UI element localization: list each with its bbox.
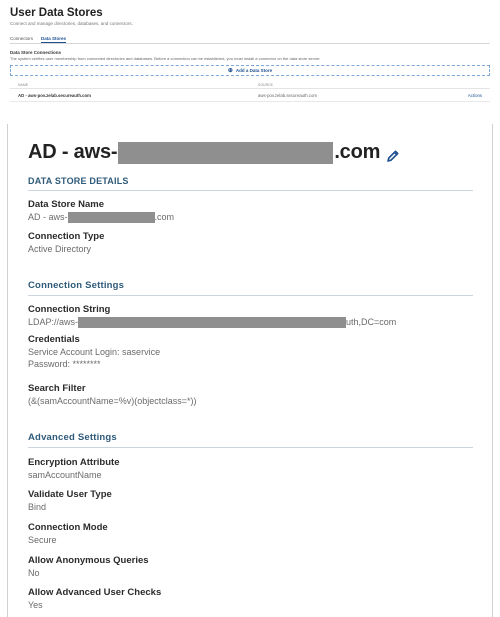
pencil-icon[interactable]: [386, 146, 400, 162]
add-data-store-button[interactable]: ⊕ Add a Data Store: [10, 65, 490, 76]
row-source: aws-pov.zelab.secureauth.com: [258, 92, 317, 98]
row-actions-button[interactable]: Actions: [462, 93, 482, 98]
tab-bar: Connectors Data Stores: [10, 35, 490, 44]
field-value: (&(samAccountName=%v)(objectclass=*)): [28, 396, 197, 406]
field-value: No: [28, 568, 40, 578]
field-search-filter: Search Filter (&(samAccountName=%v)(obje…: [28, 383, 197, 407]
field-encryption-attribute: Encryption Attribute samAccountName: [28, 457, 119, 481]
add-data-store-label: Add a Data Store: [235, 68, 273, 73]
field-label: Connection String: [28, 304, 111, 315]
column-header-name: NAME: [18, 83, 29, 87]
field-connection-string: Connection String LDAP://aws- uth,DC=com: [28, 304, 396, 328]
value-suffix: .com: [154, 212, 175, 222]
field-value: Secure: [28, 535, 57, 545]
field-value: samAccountName: [28, 470, 102, 480]
field-value: Yes: [28, 600, 43, 610]
data-stores-panel: User Data Stores Connect and manage dire…: [0, 0, 500, 113]
field-label: Credentials: [28, 334, 80, 345]
field-label: Encryption Attribute: [28, 457, 120, 468]
field-label: Data Store Name: [28, 199, 105, 210]
field-value: Active Directory: [28, 244, 92, 254]
redacted-block: [67, 211, 155, 223]
field-label: Validate User Type: [28, 489, 112, 500]
tab-data-stores[interactable]: Data Stores: [41, 35, 67, 43]
field-value: Bind: [28, 502, 47, 512]
tab-connectors[interactable]: Connectors: [10, 35, 33, 43]
field-connection-type: Connection Type Active Directory: [28, 231, 104, 255]
data-store-detail-panel: AD - aws- .com DATA STORE DETAILS Data S…: [7, 124, 493, 617]
value-prefix: LDAP://aws-: [28, 317, 79, 327]
redacted-block: [78, 316, 347, 328]
section-advanced-settings: Advanced Settings: [28, 432, 473, 448]
section-data-store-details: DATA STORE DETAILS: [28, 176, 473, 191]
field-label: Connection Type: [28, 231, 105, 242]
field-label: Connection Mode: [28, 522, 108, 533]
field-value: AD - aws- .com: [28, 211, 174, 223]
redacted-block: [118, 141, 334, 164]
column-header-source: SOURCE: [258, 83, 273, 87]
field-allow-advanced-user-checks: Allow Advanced User Checks Yes: [28, 587, 161, 611]
value-suffix: uth,DC=com: [346, 317, 397, 327]
panel-title: User Data Stores: [10, 7, 103, 19]
connections-description: The system verifies user membership from…: [10, 56, 321, 61]
field-data-store-name: Data Store Name AD - aws- .com: [28, 199, 174, 223]
field-label: Allow Advanced User Checks: [28, 587, 162, 598]
credentials-login: Service Account Login: saservice: [28, 347, 161, 357]
field-allow-anonymous-queries: Allow Anonymous Queries No: [28, 555, 149, 579]
field-validate-user-type: Validate User Type Bind: [28, 489, 112, 513]
field-credentials: Credentials Service Account Login: saser…: [28, 334, 160, 370]
title-prefix: AD - aws-: [28, 141, 118, 163]
value-prefix: AD - aws-: [28, 212, 68, 222]
panel-subtitle: Connect and manage directories, database…: [10, 21, 133, 26]
field-connection-mode: Connection Mode Secure: [28, 522, 108, 546]
row-name: AD - aws-pov.zelab.secureauth.com: [18, 92, 91, 98]
field-value: LDAP://aws- uth,DC=com: [28, 316, 396, 328]
section-connection-settings: Connection Settings: [28, 280, 473, 296]
credentials-password: Password: ********: [28, 359, 101, 369]
page-title: AD - aws- .com: [28, 141, 400, 164]
plus-icon: ⊕: [227, 68, 233, 74]
table-row[interactable]: AD - aws-pov.zelab.secureauth.com aws-po…: [10, 89, 490, 102]
field-label: Search Filter: [28, 383, 86, 394]
field-label: Allow Anonymous Queries: [28, 555, 149, 566]
title-suffix: .com: [334, 141, 381, 163]
